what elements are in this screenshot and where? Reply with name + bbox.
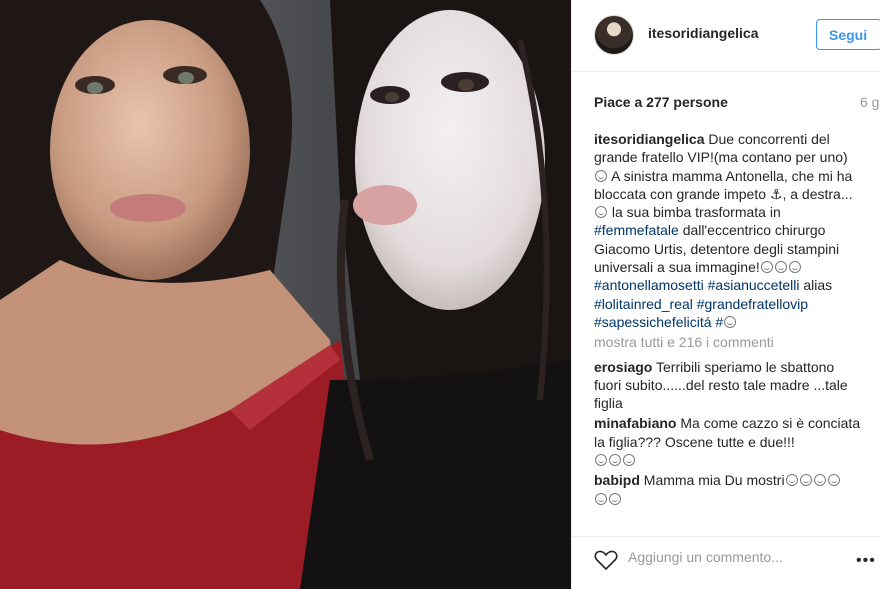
shocked-face-icon bbox=[827, 474, 840, 487]
caption-text: la sua bimba trasformata in bbox=[611, 204, 781, 221]
more-options-icon[interactable]: ••• bbox=[856, 552, 876, 570]
post-header: itesoridiangelica Segui bbox=[572, 0, 880, 72]
likes-row: Piace a 277 persone 6 g bbox=[594, 94, 880, 110]
shocked-face-icon bbox=[799, 474, 812, 487]
caption-text: , a destra... bbox=[782, 185, 853, 202]
comment-item: babipd Mamma mia Du mostri bbox=[594, 471, 864, 508]
shocked-face-icon bbox=[813, 474, 826, 487]
shocked-face-icon bbox=[595, 492, 607, 505]
sad-face-icon bbox=[595, 169, 607, 182]
laugh-icon bbox=[788, 261, 801, 274]
shocked-face-icon bbox=[595, 454, 607, 467]
show-all-comments-link[interactable]: mostra tutti e 216 i commenti bbox=[594, 333, 864, 351]
laugh-icon bbox=[774, 261, 787, 274]
comment-text: Mamma mia Du mostri bbox=[643, 472, 785, 489]
follow-button[interactable]: Segui bbox=[816, 19, 880, 50]
add-comment-input[interactable]: Aggiungi un commento... bbox=[628, 549, 783, 565]
heart-icon[interactable] bbox=[594, 549, 618, 571]
hat-icon: ⚓ bbox=[769, 185, 783, 202]
hashtag-link[interactable]: #femmefatale bbox=[594, 222, 679, 238]
comment-bar: Aggiungi un commento... ••• bbox=[572, 536, 880, 589]
hashtag-link[interactable]: # bbox=[715, 314, 723, 330]
shocked-face-icon bbox=[623, 454, 635, 467]
post-sidebar: itesoridiangelica Segui Piace a 277 pers… bbox=[571, 0, 880, 589]
post-image bbox=[0, 0, 571, 589]
smile-icon bbox=[595, 206, 607, 219]
caption-username[interactable]: itesoridiangelica bbox=[594, 131, 704, 147]
shocked-face-icon bbox=[609, 492, 621, 505]
post-username[interactable]: itesoridiangelica bbox=[648, 25, 758, 41]
caption-text: alias bbox=[803, 277, 833, 294]
smile-icon bbox=[724, 315, 737, 328]
comment-item: erosiago Terribili speriamo le sbattono … bbox=[594, 358, 864, 413]
hashtag-link[interactable]: #antonellamosetti bbox=[594, 277, 704, 293]
post-photo[interactable] bbox=[0, 0, 571, 589]
comment-username[interactable]: minafabiano bbox=[594, 415, 676, 431]
shocked-face-icon bbox=[609, 454, 621, 467]
likes-count[interactable]: Piace a 277 persone bbox=[594, 94, 728, 110]
avatar[interactable] bbox=[594, 15, 634, 55]
hashtag-link[interactable]: #sapessichefelicitá bbox=[594, 314, 712, 330]
comment-username[interactable]: babipd bbox=[594, 472, 640, 488]
hashtag-link[interactable]: #lolitainred_real bbox=[594, 296, 693, 312]
hashtag-link[interactable]: #grandefratellovip bbox=[697, 296, 808, 312]
laugh-icon bbox=[760, 261, 773, 274]
caption: itesoridiangelica Due concorrenti del gr… bbox=[594, 130, 864, 331]
comment-username[interactable]: erosiago bbox=[594, 359, 652, 375]
comment-item: minafabiano Ma come cazzo si è conciata … bbox=[594, 414, 864, 469]
hashtag-link[interactable]: #asianuccetelli bbox=[708, 277, 800, 293]
shocked-face-icon bbox=[785, 474, 798, 487]
comments-list: itesoridiangelica Due concorrenti del gr… bbox=[594, 130, 864, 510]
post-time[interactable]: 6 g bbox=[860, 94, 879, 110]
